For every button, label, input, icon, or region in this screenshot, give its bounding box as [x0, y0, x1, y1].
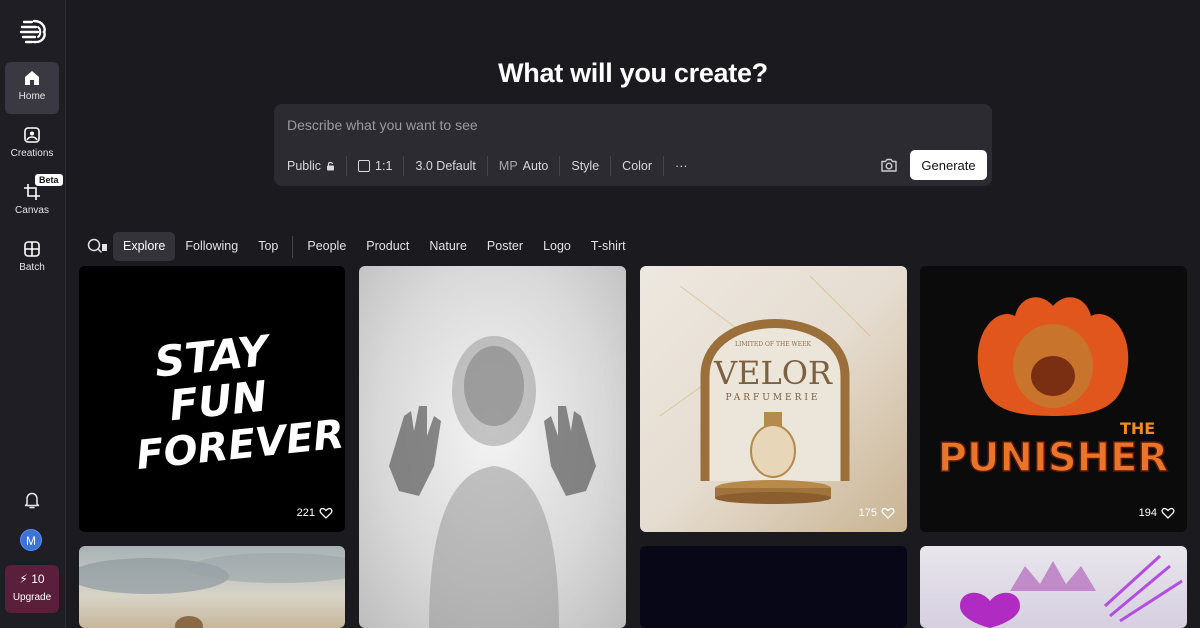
sidebar-item-batch[interactable]: Batch — [5, 233, 59, 285]
sidebar-item-label: Batch — [19, 262, 45, 273]
lock-icon — [327, 161, 335, 171]
gallery-card-heart-crown[interactable] — [920, 546, 1187, 628]
artwork-small-text: LIMITED OF THE WEEK — [735, 341, 811, 348]
like-counter[interactable]: 221 — [297, 506, 333, 520]
heart-icon — [319, 507, 333, 519]
artwork-text-line: PUNISHER — [938, 435, 1169, 481]
sidebar: Home Creations Beta Canvas Batch M ⚡ 10 … — [0, 0, 66, 628]
heart-icon — [1161, 507, 1175, 519]
tab-explore[interactable]: Explore — [113, 232, 176, 261]
upgrade-button[interactable]: ⚡ 10 Upgrade — [5, 565, 59, 613]
tab-divider — [292, 235, 294, 258]
like-counter[interactable]: 194 — [1139, 506, 1175, 520]
tab-poster[interactable]: Poster — [477, 232, 533, 261]
heart-crown-artwork — [960, 554, 1183, 628]
batch-icon — [24, 241, 40, 257]
aspect-ratio-select[interactable]: 1:1 — [346, 156, 403, 176]
tab-people[interactable]: People — [297, 232, 356, 261]
model-select[interactable]: 3.0 Default — [403, 156, 486, 176]
tab-following[interactable]: Following — [175, 232, 248, 261]
the-punisher-artwork: THE PUNISHER — [937, 297, 1169, 482]
brand-logo-icon[interactable] — [18, 16, 48, 46]
prompt-input[interactable] — [287, 114, 977, 136]
generate-button[interactable]: Generate — [910, 150, 987, 180]
prompt-panel: Public 1:1 3.0 Default MP Auto Style Col… — [274, 104, 992, 186]
gallery-card-stay-fun-forever[interactable]: STAY FUN FOREVER 221 — [79, 266, 345, 532]
style-label: Style — [571, 159, 600, 173]
sidebar-item-label: Canvas — [15, 205, 49, 216]
tab-logo[interactable]: Logo — [533, 232, 581, 261]
page-title: What will you create? — [498, 58, 768, 88]
gallery-card-dark-navy[interactable] — [640, 546, 907, 628]
beta-badge: Beta — [35, 174, 63, 186]
credits-value: 10 — [31, 572, 45, 586]
app-root: Home Creations Beta Canvas Batch M ⚡ 10 … — [0, 0, 1200, 628]
tab-product[interactable]: Product — [356, 232, 419, 261]
visibility-toggle[interactable]: Public — [287, 156, 346, 176]
mp-value: Auto — [522, 159, 549, 173]
tab-t-shirt[interactable]: T-shirt — [581, 232, 636, 261]
tab-top[interactable]: Top — [248, 232, 288, 261]
bell-icon[interactable] — [22, 490, 42, 510]
velor-perfume-artwork: LIMITED OF THE WEEK VELOR PARFUMERIE — [659, 275, 871, 504]
artwork-sub-text: PARFUMERIE — [725, 393, 820, 403]
sidebar-item-label: Home — [18, 91, 46, 102]
sky-landscape-artwork — [79, 553, 345, 628]
like-counter[interactable]: 175 — [859, 506, 895, 520]
gallery-card-ghost-woman[interactable] — [359, 266, 626, 628]
color-select[interactable]: Color — [610, 156, 663, 176]
mp-label: MP — [498, 159, 518, 173]
sidebar-item-canvas[interactable]: Beta Canvas — [5, 174, 63, 228]
bolt-icon: ⚡ — [19, 572, 28, 586]
gallery-card-the-punisher[interactable]: THE PUNISHER 194 — [920, 266, 1187, 532]
aspect-ratio-label: 1:1 — [375, 159, 393, 173]
more-options-button[interactable]: ··· — [663, 156, 699, 176]
like-count: 194 — [1138, 507, 1157, 519]
credits-count: ⚡ 10 — [5, 572, 59, 586]
stay-fun-forever-artwork: STAY FUN FOREVER — [134, 326, 345, 480]
color-label: Color — [622, 159, 653, 173]
like-count: 175 — [858, 507, 877, 519]
artwork-text-line: FOREVER — [134, 412, 345, 480]
camera-icon[interactable] — [880, 156, 898, 174]
like-count: 221 — [296, 507, 315, 519]
more-icon: ··· — [675, 159, 688, 173]
square-icon — [358, 160, 371, 172]
generation-options: Public 1:1 3.0 Default MP Auto Style Col… — [287, 156, 699, 176]
style-select[interactable]: Style — [559, 156, 610, 176]
gallery-card-velor-perfume[interactable]: LIMITED OF THE WEEK VELOR PARFUMERIE 175 — [640, 266, 907, 532]
model-label: 3.0 Default — [415, 159, 476, 173]
heart-icon — [881, 507, 895, 519]
search-icon[interactable] — [86, 237, 108, 257]
sidebar-item-creations[interactable]: Creations — [5, 119, 59, 171]
megapixel-select[interactable]: MP Auto — [486, 156, 559, 176]
ghost-woman-artwork — [389, 336, 596, 628]
sidebar-item-label: Creations — [10, 148, 54, 159]
image-icon — [24, 127, 40, 143]
sidebar-item-home[interactable]: Home — [5, 62, 59, 114]
gallery-card-sky-landscape[interactable] — [79, 546, 345, 628]
upgrade-label: Upgrade — [12, 592, 52, 603]
tab-nature[interactable]: Nature — [419, 232, 477, 261]
home-icon — [25, 71, 39, 85]
artwork-brand-text: VELOR — [713, 354, 833, 392]
filter-tabs: Explore Following Top People Product Nat… — [86, 232, 636, 261]
visibility-label: Public — [287, 159, 322, 173]
avatar[interactable]: M — [20, 529, 42, 551]
